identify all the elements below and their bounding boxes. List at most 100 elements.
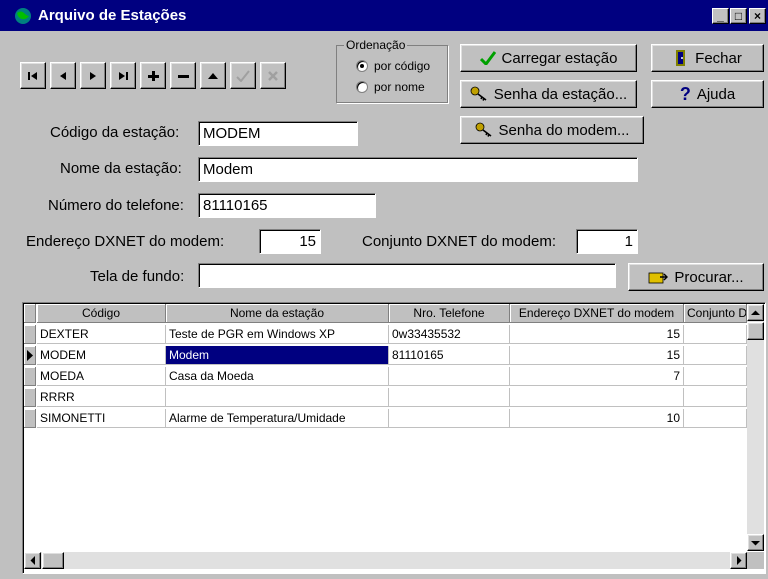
column-header-endereco[interactable]: Endereço DXNET do modem: [510, 304, 684, 323]
last-icon: [119, 71, 128, 80]
row-indicator[interactable]: [24, 325, 36, 344]
cell-telefone[interactable]: [389, 409, 510, 428]
last-record-button[interactable]: [110, 62, 136, 89]
next-record-button[interactable]: [80, 62, 106, 89]
cell-nome[interactable]: Teste de PGR em Windows XP: [166, 325, 389, 344]
telefone-label: Número do telefone:: [48, 197, 184, 214]
cell-codigo[interactable]: MOEDA: [37, 367, 166, 386]
scroll-right-button[interactable]: [730, 552, 747, 569]
sort-by-code-label[interactable]: por código: [374, 59, 430, 73]
ajuda-button[interactable]: ? Ajuda: [651, 80, 764, 108]
cancel-record-button[interactable]: [260, 62, 286, 89]
close-icon: ×: [753, 9, 761, 23]
cell-endereco[interactable]: 10: [510, 409, 684, 428]
scroll-up-arrow-icon: [751, 310, 760, 315]
nome-field[interactable]: Modem: [198, 157, 638, 182]
conjunto-field[interactable]: 1: [576, 229, 638, 254]
carregar-estacao-label: Carregar estação: [501, 49, 618, 67]
cell-conjunto[interactable]: [684, 367, 747, 386]
carregar-estacao-button[interactable]: Carregar estação: [460, 44, 637, 72]
ordenacao-group: [336, 45, 448, 103]
cell-nome[interactable]: Alarme de Temperatura/Umidade: [166, 409, 389, 428]
sort-by-name-label[interactable]: por nome: [374, 80, 425, 94]
scroll-left-button[interactable]: [24, 552, 41, 569]
cell-conjunto[interactable]: [684, 325, 747, 344]
fechar-button[interactable]: Fechar: [651, 44, 764, 72]
column-header-conjunto[interactable]: Conjunto D: [684, 304, 747, 323]
current-row-indicator[interactable]: [24, 346, 36, 365]
endereco-field[interactable]: 15: [259, 229, 321, 254]
codigo-field[interactable]: MODEM: [198, 121, 358, 146]
cell-nome-selected[interactable]: Modem: [166, 346, 389, 365]
scroll-right-arrow-icon: [736, 556, 741, 565]
cell-endereco[interactable]: 7: [510, 367, 684, 386]
ordenacao-title: Ordenação: [344, 38, 408, 52]
column-header-codigo[interactable]: Código: [37, 304, 166, 323]
first-record-button[interactable]: [20, 62, 46, 89]
telefone-field[interactable]: 81110165: [198, 193, 376, 218]
cell-conjunto[interactable]: [684, 388, 747, 407]
edit-record-button[interactable]: [200, 62, 226, 89]
cell-telefone[interactable]: [389, 367, 510, 386]
cell-nome[interactable]: [166, 388, 389, 407]
senha-modem-button[interactable]: Senha do modem...: [460, 116, 644, 144]
fechar-label: Fechar: [695, 49, 742, 67]
cell-nome[interactable]: Casa da Moeda: [166, 367, 389, 386]
scroll-up-button[interactable]: [747, 304, 764, 321]
vertical-scroll-thumb[interactable]: [747, 322, 764, 340]
scroll-corner: [747, 552, 764, 569]
app-globe-icon: [15, 8, 31, 24]
scroll-left-arrow-icon: [30, 556, 35, 565]
up-arrow-icon: [208, 72, 218, 79]
door-exit-icon: [676, 50, 686, 66]
sort-by-name-radio[interactable]: [356, 81, 368, 93]
key-icon: [470, 86, 487, 101]
cell-endereco[interactable]: [510, 388, 684, 407]
cell-conjunto[interactable]: [684, 346, 747, 365]
check-icon: [479, 51, 496, 65]
window-title: Arquivo de Estações: [38, 7, 187, 24]
codigo-label: Código da estação:: [50, 124, 180, 141]
maximize-button[interactable]: □: [730, 8, 747, 24]
procurar-button[interactable]: Procurar...: [628, 263, 764, 291]
minus-icon: [178, 74, 189, 78]
row-indicator[interactable]: [24, 388, 36, 407]
cell-endereco[interactable]: 15: [510, 346, 684, 365]
horizontal-scrollbar[interactable]: [24, 552, 747, 569]
procurar-label: Procurar...: [674, 268, 744, 286]
cell-codigo[interactable]: RRRR: [37, 388, 166, 407]
tela-fundo-field[interactable]: [198, 263, 616, 288]
row-indicator[interactable]: [24, 409, 36, 428]
cell-telefone[interactable]: [389, 388, 510, 407]
title-bar[interactable]: Arquivo de Estações _ □ ×: [0, 0, 768, 31]
ajuda-label: Ajuda: [696, 85, 736, 103]
cell-codigo[interactable]: MODEM: [37, 346, 166, 365]
cell-conjunto[interactable]: [684, 409, 747, 428]
key-icon: [475, 122, 492, 137]
close-button[interactable]: ×: [749, 8, 766, 24]
prior-record-button[interactable]: [50, 62, 76, 89]
minimize-button[interactable]: _: [712, 8, 729, 24]
cell-codigo[interactable]: DEXTER: [37, 325, 166, 344]
delete-record-button[interactable]: [170, 62, 196, 89]
post-record-button[interactable]: [230, 62, 256, 89]
first-icon: [28, 71, 37, 80]
horizontal-scroll-thumb[interactable]: [42, 552, 64, 569]
row-indicator[interactable]: [24, 367, 36, 386]
cell-codigo[interactable]: SIMONETTI: [37, 409, 166, 428]
scroll-down-button[interactable]: [747, 534, 764, 551]
sort-by-code-radio[interactable]: [356, 60, 368, 72]
current-row-arrow-icon: [27, 350, 33, 361]
senha-estacao-button[interactable]: Senha da estação...: [460, 80, 637, 108]
cell-endereco[interactable]: 15: [510, 325, 684, 344]
column-header-nome[interactable]: Nome da estação: [166, 304, 389, 323]
column-header-telefone[interactable]: Nro. Telefone: [389, 304, 510, 323]
vertical-scrollbar[interactable]: [747, 304, 764, 551]
cell-telefone[interactable]: 81110165: [389, 346, 510, 365]
maximize-icon: □: [734, 9, 743, 23]
insert-record-button[interactable]: [140, 62, 166, 89]
endereco-label: Endereço DXNET do modem:: [26, 233, 225, 250]
scroll-down-arrow-icon: [751, 540, 760, 545]
plus-icon: [148, 70, 159, 81]
cell-telefone[interactable]: 0w33435532: [389, 325, 510, 344]
